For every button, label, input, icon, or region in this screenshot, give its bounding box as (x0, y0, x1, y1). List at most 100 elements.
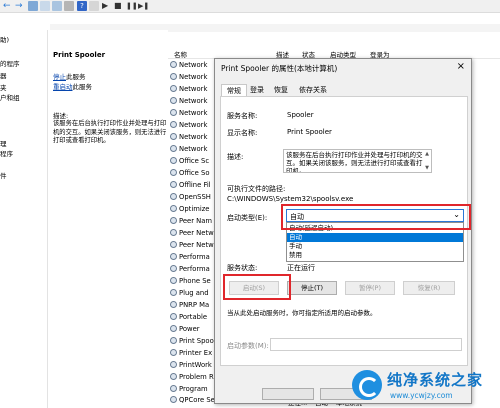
description-text: 该服务在后台执行打印作业并处理与打印机的交互。如果关闭该服务，则无法进行打印或查… (53, 120, 167, 144)
list-item[interactable]: Power (170, 325, 218, 336)
exe-path-label: 可执行文件的路径: (227, 185, 286, 193)
description-label: 描述: (53, 112, 69, 120)
restart-service-line: 重启动此服务 (53, 81, 92, 91)
highlight-start-button (223, 274, 291, 300)
service-name-label: 服务名称: (227, 112, 258, 120)
gear-icon (170, 61, 177, 68)
tree-item[interactable]: 的程序 (0, 58, 20, 68)
list-item[interactable]: Optimize (170, 205, 218, 216)
service-description-panel: Print Spooler 停止此服务 重启动此服务 描述: 该服务在后台执行打… (50, 30, 168, 408)
list-item[interactable]: Network (170, 133, 218, 144)
gear-icon (170, 385, 177, 392)
gear-icon (170, 181, 177, 188)
param-label: 启动参数(M): (227, 342, 269, 350)
param-hint: 当从此处启动服务时，你可指定所适用的启动参数。 (227, 309, 377, 317)
scroll-down-icon[interactable]: ▼ (424, 165, 430, 171)
list-item[interactable]: Offline Fil (170, 181, 218, 192)
ok-button[interactable] (262, 388, 314, 400)
gear-icon (170, 205, 177, 212)
resume-button[interactable]: 恢复(R) (403, 281, 455, 295)
tab-general[interactable]: 常规 (221, 84, 247, 96)
gear-icon (170, 229, 177, 236)
tree-item[interactable]: 助) (0, 34, 9, 44)
list-item[interactable]: Performa (170, 253, 218, 264)
help-icon[interactable]: ? (77, 1, 87, 11)
service-title: Print Spooler (53, 51, 106, 59)
scroll-up-icon[interactable]: ▲ (424, 151, 430, 157)
tree-item[interactable]: 程序 (0, 148, 13, 158)
toolbar: ← → ? ▶ ■ ❚❚ ▶❚ (0, 0, 500, 13)
gear-icon (170, 133, 177, 140)
list-item[interactable]: Print Spoo (170, 337, 218, 348)
dropdown-option[interactable]: 手动 (287, 242, 463, 251)
pause-button[interactable]: 暂停(P) (345, 281, 395, 295)
gear-icon (170, 253, 177, 260)
watermark: 纯净系统之家 www.ycwjzy.com (352, 368, 498, 404)
back-icon[interactable]: ← (3, 1, 13, 11)
list-item[interactable]: PrintWork (170, 361, 218, 372)
exe-path-value: C:\WINDOWS\System32\spoolsv.exe (227, 195, 354, 203)
list-item[interactable]: Network (170, 109, 218, 120)
list-item[interactable]: Network (170, 121, 218, 132)
list-item[interactable]: Network (170, 61, 218, 72)
properties-icon[interactable] (40, 1, 50, 11)
list-item[interactable]: Problem R (170, 373, 218, 384)
start-params-input[interactable] (270, 338, 462, 351)
list-item[interactable]: Office Sc (170, 157, 218, 168)
restart-service-link[interactable]: 重启动 (53, 83, 73, 91)
list-item[interactable]: Office So (170, 169, 218, 180)
gear-icon (170, 193, 177, 200)
pause-icon[interactable]: ❚❚ (126, 1, 138, 11)
tree-item[interactable]: 器 (0, 70, 7, 80)
list-item[interactable]: Portable (170, 313, 218, 324)
list-item[interactable]: PNRP Ma (170, 301, 218, 312)
list-item[interactable]: Phone Se (170, 277, 218, 288)
forward-icon[interactable]: → (15, 1, 25, 11)
list-item[interactable]: Network (170, 97, 218, 108)
console-icon[interactable] (28, 1, 38, 11)
list-item[interactable]: OpenSSH (170, 193, 218, 204)
tree-item[interactable]: 户和组 (0, 92, 20, 102)
tree-item[interactable]: 理 (0, 138, 7, 148)
tree-item[interactable]: 夹 (0, 82, 7, 92)
stop-button[interactable]: 停止(T) (287, 281, 337, 295)
gear-icon (170, 241, 177, 248)
stop-icon[interactable]: ■ (114, 1, 124, 11)
gear-icon (170, 85, 177, 92)
tab-dependencies[interactable]: 依存关系 (294, 84, 332, 96)
tab-logon[interactable]: 登录 (245, 84, 269, 96)
list-item[interactable]: Network (170, 85, 218, 96)
gear-icon (170, 361, 177, 368)
tab-recovery[interactable]: 恢复 (269, 84, 293, 96)
play-icon[interactable]: ▶ (102, 1, 112, 11)
gear-icon (170, 145, 177, 152)
dropdown-option[interactable]: 自动 (287, 233, 463, 242)
list-item[interactable]: Peer Netw (170, 241, 218, 252)
list-item[interactable]: Performa (170, 265, 218, 276)
refresh-icon[interactable] (52, 1, 62, 11)
list-item[interactable]: Plug and (170, 289, 218, 300)
list-item[interactable]: Peer Nam (170, 217, 218, 228)
description-box[interactable]: 该服务在后台执行打印作业并处理与打印机的交互。如果关闭该服务，则无法进行打印或查… (283, 149, 432, 173)
view-icon[interactable] (89, 1, 99, 11)
service-status-label: 服务状态: (227, 264, 258, 272)
list-item[interactable]: Network (170, 145, 218, 156)
tree-item[interactable]: 件 (0, 170, 7, 180)
list-item[interactable]: Program (170, 385, 218, 396)
export-icon[interactable] (64, 1, 74, 11)
list-item[interactable]: Network (170, 73, 218, 84)
gear-icon (170, 373, 177, 380)
restart-icon[interactable]: ▶❚ (138, 1, 149, 11)
stop-service-link[interactable]: 停止 (53, 73, 66, 81)
dropdown-option[interactable]: 禁用 (287, 251, 463, 260)
column-name[interactable]: 名称 (174, 49, 187, 59)
gear-icon (170, 73, 177, 80)
list-item[interactable]: Peer Netw (170, 229, 218, 240)
list-item[interactable]: Printer Ex (170, 349, 218, 360)
service-name-value: Spooler (287, 111, 314, 119)
close-icon[interactable]: × (457, 61, 465, 72)
description-label: 描述: (227, 153, 244, 161)
gear-icon (170, 337, 177, 344)
gear-icon (170, 313, 177, 320)
description-value: 该服务在后台执行打印作业并处理与打印机的交互。如果关闭该服务，则无法进行打印或查… (286, 151, 423, 173)
